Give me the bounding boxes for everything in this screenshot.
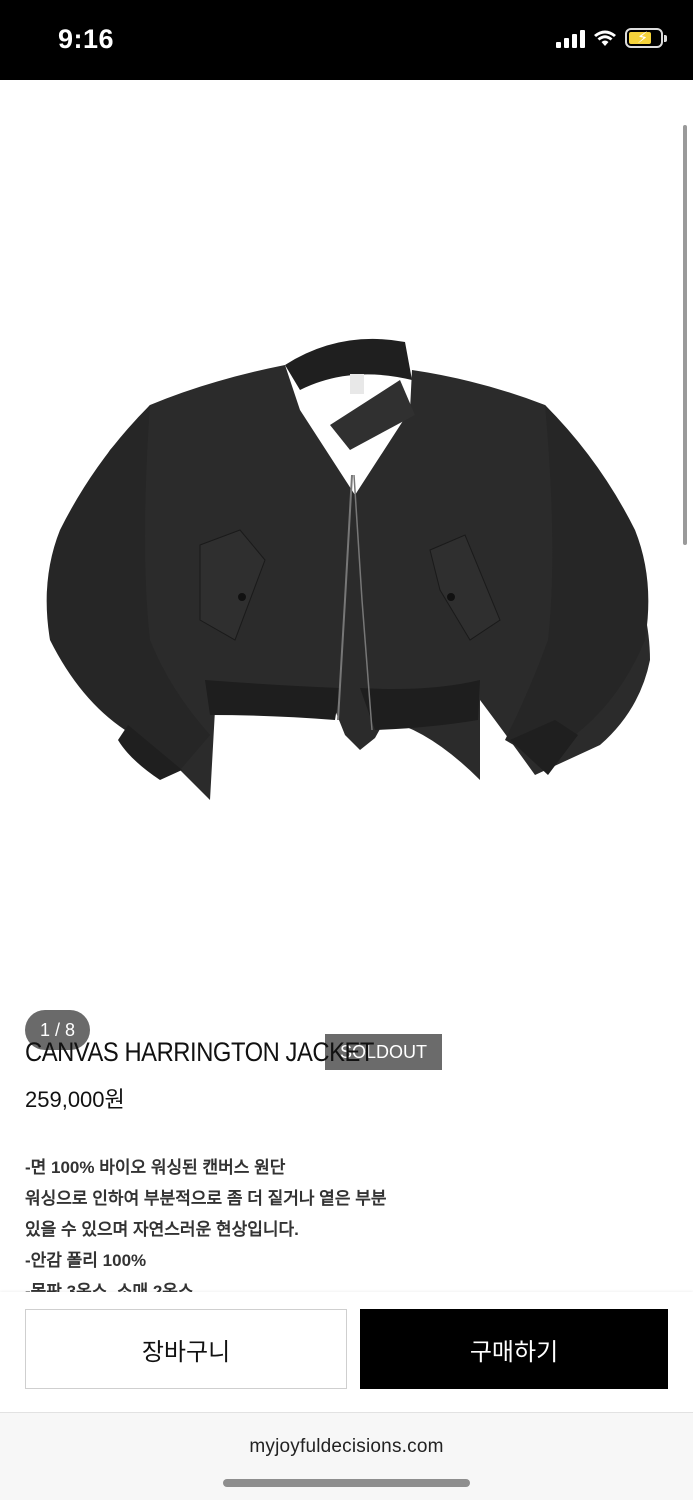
product-description: -면 100% 바이오 워싱된 캔버스 원단 워싱으로 인하여 부분적으로 좀 … <box>25 1152 665 1292</box>
product-price: 259,000원 <box>25 1087 125 1112</box>
page-scrollbar[interactable] <box>683 125 687 545</box>
status-time: 9:16 <box>58 24 115 54</box>
url-text[interactable]: myjoyfuldecisions.com <box>0 1436 693 1458</box>
description-line: 워싱으로 인하여 부분적으로 좀 더 짙거나 옅은 부분 <box>25 1189 387 1208</box>
jacket-image <box>46 338 650 800</box>
home-indicator[interactable] <box>223 1479 470 1487</box>
status-bar: 9:16 ⚡ <box>0 0 693 80</box>
add-to-cart-button[interactable]: 장바구니 <box>25 1309 347 1389</box>
product-title-row: CANVAS HARRINGTON JACKET SOLDOUT <box>25 1034 443 1070</box>
description-line: -몸판 3온스, 소매 2온스 <box>25 1282 194 1292</box>
wifi-icon <box>594 30 616 46</box>
product-title: CANVAS HARRINGTON JACKET <box>25 1036 374 1067</box>
browser-address-bar[interactable]: myjoyfuldecisions.com <box>0 1412 693 1500</box>
description-line: -면 100% 바이오 워싱된 캔버스 원단 <box>25 1158 286 1177</box>
status-icons: ⚡ <box>556 28 667 48</box>
signal-icon <box>556 28 585 48</box>
purchase-action-bar: 장바구니 구매하기 <box>0 1292 693 1412</box>
buy-now-button[interactable]: 구매하기 <box>360 1309 668 1389</box>
description-line: -안감 폴리 100% <box>25 1251 147 1270</box>
product-image-gallery[interactable]: 1 / 8 <box>0 80 693 1050</box>
battery-charging-icon: ⚡ <box>625 28 667 48</box>
description-line: 있을 수 있으며 자연스러운 현상입니다. <box>25 1220 299 1239</box>
